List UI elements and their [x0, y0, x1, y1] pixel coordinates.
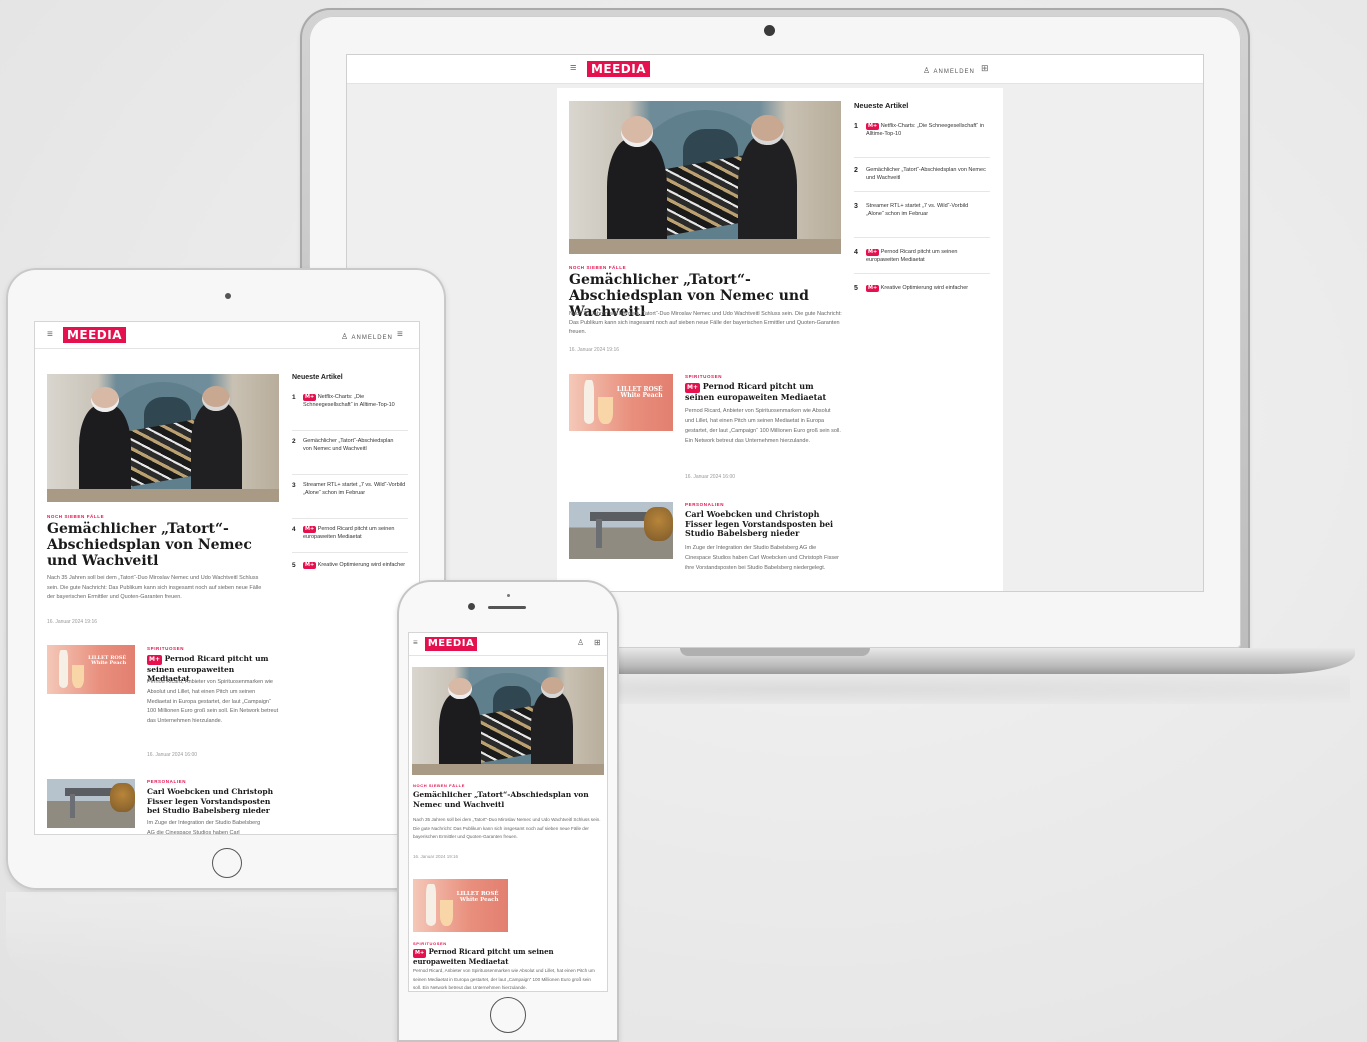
phone-speaker — [488, 606, 526, 609]
article-thumbnail[interactable] — [47, 779, 135, 828]
hero-kicker: NOCH SIEBEN FÄLLE — [413, 783, 465, 788]
hero-title[interactable]: Gemächlicher „Tatort“-Abschiedsplan von … — [413, 790, 601, 809]
article-teaser: Pernod Ricard, Anbieter von Spirituosenm… — [413, 968, 595, 990]
mplus-badge: M+ — [866, 123, 880, 131]
user-icon: ♙ — [923, 66, 932, 75]
mplus-badge: M+ — [303, 562, 317, 570]
article-kicker: PERSONALIEN — [147, 779, 187, 784]
hamburger-icon[interactable]: ≡ — [570, 62, 576, 74]
phone-camera — [468, 603, 475, 610]
hero-image[interactable] — [412, 667, 604, 775]
tablet-screen: ≡ MEEDIA ♙ ANMELDEN ≡ NOCH SIEBEN FÄLLE … — [35, 322, 419, 834]
sidebar-item[interactable]: 3 Streamer RTL+ startet „7 vs. Wild“-Vor… — [292, 482, 408, 519]
sidebar-item[interactable]: 3 Streamer RTL+ startet „7 vs. Wild“-Vor… — [854, 203, 990, 238]
phone-screen: ≡ MEEDIA ♙ ⊞ NOCH SIEBEN FÄLLE Gemächlic… — [409, 633, 607, 991]
sidebar-item[interactable]: 2 Gemächlicher „Tatort“-Abschiedsplan vo… — [292, 438, 408, 475]
mplus-badge: M+ — [303, 394, 317, 402]
hero-kicker: NOCH SIEBEN FÄLLE — [47, 514, 105, 519]
login-label: ANMELDEN — [933, 69, 975, 75]
article-teaser: Pernod Ricard, Anbieter von Spirituosenm… — [147, 679, 279, 725]
article-teaser: Im Zuge der Integration der Studio Babel… — [685, 545, 839, 571]
site-header: ≡ MEEDIA ♙ ANMELDEN ⊞ — [347, 55, 1203, 84]
site-logo[interactable]: MEEDIA — [425, 637, 477, 651]
article-date: 16. Januar 2024 16:00 — [685, 474, 736, 480]
article-thumbnail[interactable]: LILLET ROSÉ White Peach — [569, 374, 673, 431]
grid-menu-icon[interactable]: ⊞ — [981, 63, 989, 74]
sidebar-item[interactable]: 5 M+ Kreative Optimierung wird einfacher — [854, 285, 990, 307]
hero-kicker: NOCH SIEBEN FÄLLE — [569, 265, 627, 270]
user-icon: ♙ — [341, 332, 350, 341]
article-thumbnail[interactable] — [569, 502, 673, 559]
article-title[interactable]: Carl Woebcken und Christoph Fisser legen… — [685, 509, 843, 539]
article-title[interactable]: M+ Pernod Ricard pitcht um seinen europa… — [685, 381, 845, 402]
sidebar-item[interactable]: 1 M+ Netflix-Charts: „Die Schneegesellsc… — [292, 394, 408, 431]
sidebar-latest: Neueste Artikel 1 M+ Netflix-Charts: „Di… — [854, 101, 994, 311]
article-teaser: Pernod Ricard, Anbieter von Spirituosenm… — [685, 408, 841, 444]
hero-teaser: Nach 35 Jahren soll bei dem „Tatort“-Duo… — [569, 311, 842, 335]
login-link[interactable]: ♙ ANMELDEN — [923, 66, 975, 75]
menu-icon[interactable]: ≡ — [397, 329, 403, 340]
login-link[interactable]: ♙ ANMELDEN — [341, 332, 393, 341]
sidebar-item[interactable]: 2 Gemächlicher „Tatort“-Abschiedsplan vo… — [854, 167, 990, 192]
hamburger-icon[interactable]: ≡ — [47, 329, 53, 340]
content-area: NOCH SIEBEN FÄLLE Gemächlicher „Tatort“-… — [557, 88, 1003, 591]
article-thumbnail[interactable]: LILLET ROSÉ White Peach — [413, 879, 508, 932]
grid-menu-icon[interactable]: ⊞ — [594, 638, 601, 647]
tablet-home-button[interactable] — [212, 848, 242, 878]
phone-home-button[interactable] — [490, 997, 526, 1033]
hero-title[interactable]: Gemächlicher „Tatort“-Abschiedsplan von … — [47, 521, 257, 569]
hamburger-icon[interactable]: ≡ — [413, 638, 418, 647]
laptop-notch — [680, 648, 870, 656]
hero-teaser: Nach 35 Jahren soll bei dem „Tatort“-Duo… — [47, 575, 262, 600]
article-date: 16. Januar 2024 16:00 — [147, 752, 198, 758]
article-title[interactable]: M+ Pernod Ricard pitcht um seinen europa… — [413, 947, 599, 966]
hero-image[interactable] — [569, 101, 841, 254]
laptop-screen: ≡ MEEDIA ♙ ANMELDEN ⊞ NOCH SIEBEN FÄLLE … — [347, 55, 1203, 591]
tablet-reflection — [6, 892, 446, 972]
site-logo[interactable]: MEEDIA — [587, 61, 650, 77]
site-header: ≡ MEEDIA ♙ ANMELDEN ≡ — [35, 322, 419, 349]
site-logo[interactable]: MEEDIA — [63, 327, 126, 343]
sidebar-item[interactable]: 4 M+ Pernod Ricard pitcht um seinen euro… — [854, 249, 990, 274]
phone-sensor — [507, 594, 510, 597]
mplus-badge: M+ — [866, 249, 880, 257]
article-kicker: SPIRITUOSEN — [685, 374, 723, 379]
sidebar-item[interactable]: 1 M+ Netflix-Charts: „Die Schneegesellsc… — [854, 123, 990, 158]
mplus-badge: M+ — [147, 655, 162, 665]
sidebar-item[interactable]: 4 M+ Pernod Ricard pitcht um seinen euro… — [292, 526, 408, 553]
user-icon[interactable]: ♙ — [577, 638, 584, 647]
mplus-badge: M+ — [866, 285, 880, 293]
site-header: ≡ MEEDIA ♙ ⊞ — [409, 633, 607, 656]
article-teaser: Im Zuge der Integration der Studio Babel… — [147, 820, 261, 834]
article-kicker: PERSONALIEN — [685, 502, 725, 507]
mplus-badge: M+ — [303, 526, 317, 534]
sidebar-item[interactable]: 5 M+ Kreative Optimierung wird einfacher — [292, 562, 408, 584]
sidebar-title: Neueste Artikel — [292, 374, 343, 381]
tablet-camera — [225, 293, 231, 299]
article-thumbnail[interactable]: LILLET ROSÉ White Peach — [47, 645, 135, 694]
hero-teaser: Nach 35 Jahren soll bei dem „Tatort“-Duo… — [413, 817, 601, 839]
hero-date: 16. Januar 2024 19:16 — [413, 854, 459, 859]
laptop-camera — [764, 25, 775, 36]
article-kicker: SPIRITUOSEN — [147, 646, 185, 651]
sidebar-latest: Neueste Artikel 1 M+ Netflix-Charts: „Di… — [292, 374, 410, 584]
article-kicker: SPIRITUOSEN — [413, 941, 447, 946]
hero-date: 16. Januar 2024 19:16 — [569, 347, 620, 353]
login-label: ANMELDEN — [351, 335, 393, 341]
hero-image[interactable] — [47, 374, 279, 502]
hero-date: 16. Januar 2024 19:16 — [47, 619, 98, 625]
article-title[interactable]: Carl Woebcken und Christoph Fisser legen… — [147, 787, 279, 816]
sidebar-title: Neueste Artikel — [854, 101, 909, 110]
